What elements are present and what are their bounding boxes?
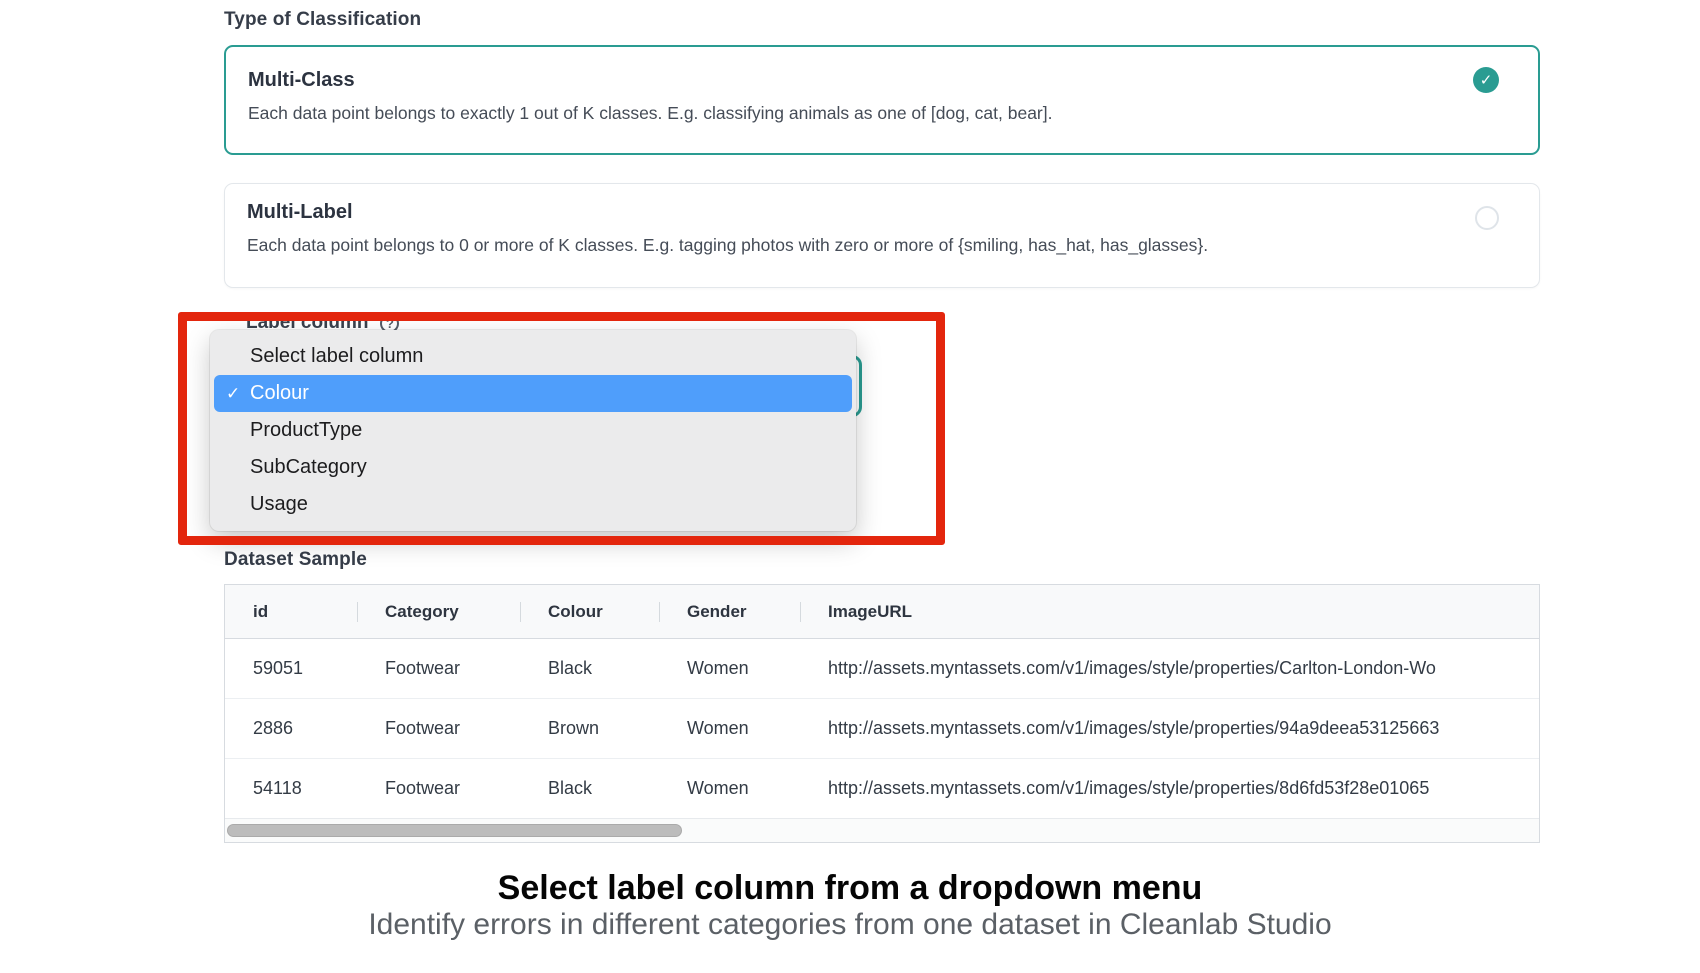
cell-category: Footwear: [357, 658, 520, 679]
option-description: Each data point belongs to exactly 1 out…: [248, 103, 1053, 124]
check-glyph: ✓: [1480, 71, 1493, 89]
column-header-id: id: [225, 585, 357, 638]
label-column-dropdown-menu: Select label column ✓ Colour ProductType…: [210, 330, 856, 531]
option-title: Multi-Class: [248, 69, 355, 92]
cell-gender: Women: [659, 658, 800, 679]
classification-heading: Type of Classification: [224, 9, 421, 31]
option-description: Each data point belongs to 0 or more of …: [247, 235, 1208, 256]
dropdown-item-usage[interactable]: Usage: [210, 486, 856, 523]
cell-id: 54118: [225, 778, 357, 799]
dropdown-item-label: SubCategory: [250, 456, 367, 479]
cell-category: Footwear: [357, 778, 520, 799]
cell-colour: Brown: [520, 718, 659, 739]
check-circle-icon: ✓: [1473, 67, 1499, 93]
selected-check-icon: ✓: [226, 384, 240, 404]
cell-id: 59051: [225, 658, 357, 679]
table-row: 54118 Footwear Black Women http://assets…: [225, 759, 1539, 819]
cell-imageurl: http://assets.myntassets.com/v1/images/s…: [800, 718, 1539, 739]
question-glyph: ?: [386, 316, 394, 331]
horizontal-scrollbar-thumb[interactable]: [227, 824, 682, 837]
dropdown-item-colour[interactable]: ✓ Colour: [214, 375, 852, 412]
caption-title: Select label column from a dropdown menu: [0, 869, 1700, 908]
option-title: Multi-Label: [247, 201, 353, 224]
dataset-sample-table: id Category Colour Gender ImageURL 59051…: [224, 584, 1540, 843]
cell-category: Footwear: [357, 718, 520, 739]
dropdown-item-label: Usage: [250, 493, 308, 516]
dropdown-item-subcategory[interactable]: SubCategory: [210, 449, 856, 486]
caption-subtitle: Identify errors in different categories …: [0, 908, 1700, 942]
option-card-multi-label[interactable]: Multi-Label Each data point belongs to 0…: [224, 183, 1540, 288]
cell-colour: Black: [520, 658, 659, 679]
dropdown-item-label: Select label column: [250, 345, 423, 368]
cell-colour: Black: [520, 778, 659, 799]
radio-unselected-icon: [1475, 206, 1499, 230]
dataset-sample-heading: Dataset Sample: [224, 549, 367, 571]
table-row: 2886 Footwear Brown Women http://assets.…: [225, 699, 1539, 759]
dropdown-item-label: Colour: [250, 382, 309, 405]
option-card-multi-class[interactable]: Multi-Class Each data point belongs to e…: [224, 45, 1540, 155]
column-header-category: Category: [357, 585, 520, 638]
cell-gender: Women: [659, 778, 800, 799]
table-row: 59051 Footwear Black Women http://assets…: [225, 639, 1539, 699]
cell-id: 2886: [225, 718, 357, 739]
dropdown-item-placeholder[interactable]: Select label column: [210, 338, 856, 375]
dropdown-item-producttype[interactable]: ProductType: [210, 412, 856, 449]
table-header-row: id Category Colour Gender ImageURL: [225, 585, 1539, 639]
cell-imageurl: http://assets.myntassets.com/v1/images/s…: [800, 658, 1539, 679]
dropdown-item-label: ProductType: [250, 419, 362, 442]
column-header-gender: Gender: [659, 585, 800, 638]
cell-imageurl: http://assets.myntassets.com/v1/images/s…: [800, 778, 1539, 799]
horizontal-scrollbar-track[interactable]: [225, 818, 1539, 842]
cell-gender: Women: [659, 718, 800, 739]
column-header-imageurl: ImageURL: [800, 585, 1539, 638]
column-header-colour: Colour: [520, 585, 659, 638]
